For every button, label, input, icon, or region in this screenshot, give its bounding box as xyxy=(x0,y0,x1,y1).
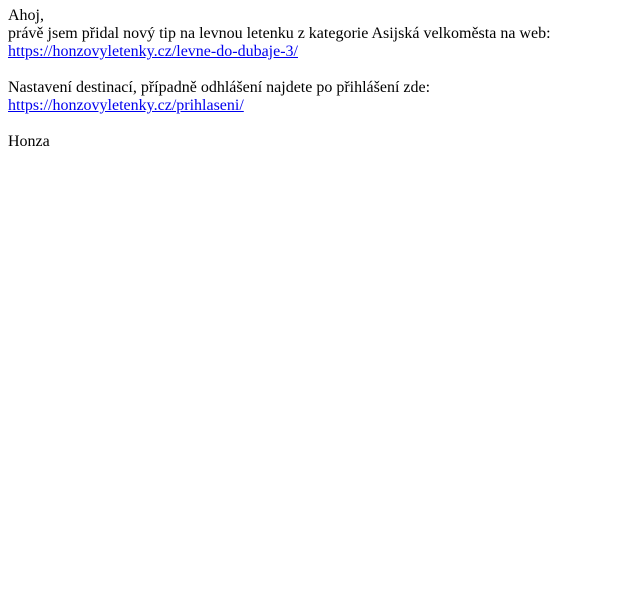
settings-text: Nastavení destinací, případně odhlášení … xyxy=(8,79,431,96)
intro-text: právě jsem přidal nový tip na levnou let… xyxy=(8,25,551,42)
email-body: Ahoj, právě jsem přidal nový tip na levn… xyxy=(8,7,632,151)
tip-link-line: https://honzovyletenky.cz/levne-do-dubaj… xyxy=(8,43,632,61)
login-link[interactable]: https://honzovyletenky.cz/prihlaseni/ xyxy=(8,97,244,114)
signature: Honza xyxy=(8,133,50,150)
greeting: Ahoj, xyxy=(8,7,44,24)
login-link-line: https://honzovyletenky.cz/prihlaseni/ xyxy=(8,97,632,115)
tip-link[interactable]: https://honzovyletenky.cz/levne-do-dubaj… xyxy=(8,43,298,60)
